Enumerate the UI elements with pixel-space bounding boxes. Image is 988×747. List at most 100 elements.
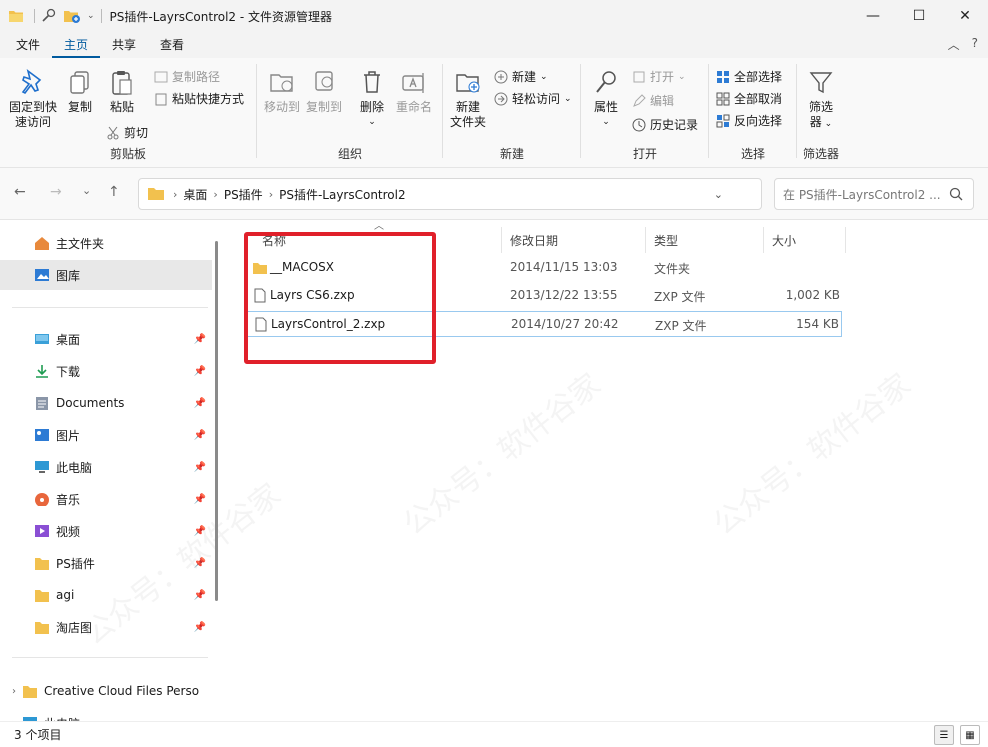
close-button[interactable]: ✕ [942, 0, 988, 32]
breadcrumb-ps-plugins[interactable]: PS插件 [224, 186, 263, 203]
minimize-button[interactable]: — [850, 0, 896, 32]
scrollbar[interactable] [215, 241, 218, 601]
nav-item[interactable]: 此电脑 📌 [0, 452, 212, 482]
copy-path-icon [154, 71, 168, 82]
tab-share[interactable]: 共享 [100, 34, 148, 58]
tab-view[interactable]: 查看 [148, 34, 196, 58]
nav-item[interactable]: 视频 📌 [0, 516, 212, 546]
address-bar[interactable]: › 桌面 › PS插件 › PS插件-LayrsControl2 ⌄ ⟳ [138, 178, 791, 210]
nav-item-label: 主文件夹 [56, 236, 105, 251]
nav-item[interactable]: 音乐 📌 [0, 484, 212, 514]
nav-item[interactable]: agi 📌 [0, 580, 212, 610]
recent-locations-icon[interactable]: ⌄ [82, 184, 91, 197]
nav-item-label: 音乐 [56, 492, 81, 507]
file-date: 2013/12/22 13:55 [510, 288, 618, 302]
folder-icon [35, 622, 49, 634]
file-type: ZXP 文件 [654, 290, 706, 304]
help-icon[interactable]: ? [972, 36, 978, 53]
tab-file[interactable]: 文件 [4, 34, 52, 58]
invert-selection-button[interactable]: 反向选择 [716, 112, 782, 129]
item-count: 3 个项目 [14, 728, 62, 742]
history-button[interactable]: 历史记录 [632, 116, 698, 133]
desktop-icon [35, 334, 49, 344]
breadcrumb-desktop[interactable]: 桌面 [183, 186, 207, 203]
quick-access-toolbar: ⌄ [34, 8, 102, 24]
address-dropdown-icon[interactable]: ⌄ [714, 188, 723, 201]
move-to-button[interactable]: 移动到 [262, 68, 302, 115]
window-title: PS插件-LayrsControl2 - 文件资源管理器 [109, 9, 333, 24]
filter-button[interactable]: 筛选 器 ⌄ [802, 68, 840, 132]
details-view-icon[interactable]: ☰ [934, 725, 954, 745]
open-group: 属性 ⌄ 打开 ⌄ 编辑 历史记录 打开 [582, 62, 708, 166]
up-arrow-icon[interactable]: ↑ [108, 184, 120, 200]
nav-item[interactable]: PS插件 📌 [0, 548, 212, 578]
new-group: 新建 文件夹 新建 ⌄ 轻松访问 ⌄ 新建 [444, 62, 580, 166]
new-folder-button[interactable]: 新建 文件夹 [446, 68, 490, 130]
pin-icon: 📌 [193, 429, 206, 441]
column-header-type[interactable]: 类型 [646, 227, 764, 253]
select-none-icon [716, 92, 730, 105]
nav-item[interactable]: › Creative Cloud Files Personal [0, 676, 212, 706]
nav-item-label: 图片 [56, 428, 81, 443]
properties-icon[interactable] [41, 8, 57, 24]
nav-item[interactable]: 图库 [0, 260, 212, 290]
chevron-down-icon[interactable]: ⌄ [87, 11, 95, 21]
nav-item[interactable]: Documents 📌 [0, 388, 212, 418]
copy-button[interactable]: 复制 [62, 68, 98, 115]
nav-item[interactable]: 淘店图 📌 [0, 612, 212, 642]
nav-item-label: 视频 [56, 524, 81, 539]
history-icon [632, 118, 646, 131]
paste-button[interactable]: 粘贴 [104, 68, 140, 115]
tab-home[interactable]: 主页 [52, 34, 101, 58]
pin-icon: 📌 [193, 461, 206, 473]
column-header-size[interactable]: 大小 [764, 227, 846, 253]
expand-chevron-icon[interactable]: › [0, 686, 18, 697]
open-icon [633, 71, 645, 82]
pin-quick-access-button[interactable]: 固定到快 速访问 [6, 68, 60, 130]
edit-button[interactable]: 编辑 [632, 92, 674, 109]
file-type: 文件夹 [654, 262, 691, 276]
search-box[interactable]: 在 PS插件-LayrsControl2 ... [774, 178, 974, 210]
pin-icon: 📌 [193, 333, 206, 345]
easy-access-button[interactable]: 轻松访问 ⌄ [494, 90, 572, 107]
new-folder-icon[interactable] [63, 8, 81, 24]
back-arrow-icon[interactable]: ← [14, 184, 26, 200]
rename-button[interactable]: 重命名 [394, 68, 434, 115]
nav-item[interactable]: 主文件夹 [0, 228, 212, 258]
copy-to-button[interactable]: 复制到 [304, 68, 344, 115]
select-group: 全部选择 全部取消 反向选择 选择 [710, 62, 796, 166]
select-none-button[interactable]: 全部取消 [716, 90, 782, 107]
new-item-icon [494, 70, 508, 83]
delete-button[interactable]: 删除 ⌄ [354, 68, 390, 130]
breadcrumb-current[interactable]: PS插件-LayrsControl2 [279, 186, 406, 203]
forward-arrow-icon[interactable]: → [50, 184, 62, 200]
paste-shortcut-button[interactable]: 粘贴快捷方式 [154, 90, 244, 107]
select-all-icon [717, 70, 729, 83]
properties-button[interactable]: 属性 ⌄ [586, 68, 626, 130]
maximize-button[interactable]: ☐ [896, 0, 942, 32]
nav-item-label: 桌面 [56, 332, 81, 347]
collapse-ribbon-icon[interactable]: ︿ [948, 36, 960, 53]
select-all-button[interactable]: 全部选择 [716, 68, 782, 85]
title-bar: ⌄ PS插件-LayrsControl2 - 文件资源管理器 — ☐ ✕ [0, 0, 988, 32]
nav-item-label: 下载 [56, 364, 81, 379]
search-icon [949, 187, 963, 201]
invert-selection-icon [716, 114, 730, 127]
chevron-down-icon: ⌄ [602, 117, 610, 127]
new-item-button[interactable]: 新建 ⌄ [494, 68, 548, 85]
large-icons-view-icon[interactable]: ▦ [960, 725, 980, 745]
gallery-icon [35, 269, 49, 281]
copy-path-button[interactable]: 复制路径 [154, 68, 220, 85]
folder-icon [9, 11, 23, 22]
clipboard-group: 固定到快 速访问 复制 粘贴 复制路径 粘贴快捷方式 剪切 剪贴板 [0, 62, 256, 166]
nav-item[interactable]: 图片 📌 [0, 420, 212, 450]
file-size: 1,002 KB [785, 288, 840, 302]
open-button[interactable]: 打开 ⌄ [632, 68, 686, 85]
pin-icon: 📌 [193, 557, 206, 569]
nav-item-label: Creative Cloud Files Personal [44, 684, 200, 698]
nav-item[interactable]: 下载 📌 [0, 356, 212, 386]
cut-button[interactable]: 剪切 [106, 124, 148, 141]
column-header-date[interactable]: 修改日期 [502, 227, 646, 253]
nav-item[interactable]: 桌面 📌 [0, 324, 212, 354]
nav-item-label: 淘店图 [56, 620, 93, 635]
